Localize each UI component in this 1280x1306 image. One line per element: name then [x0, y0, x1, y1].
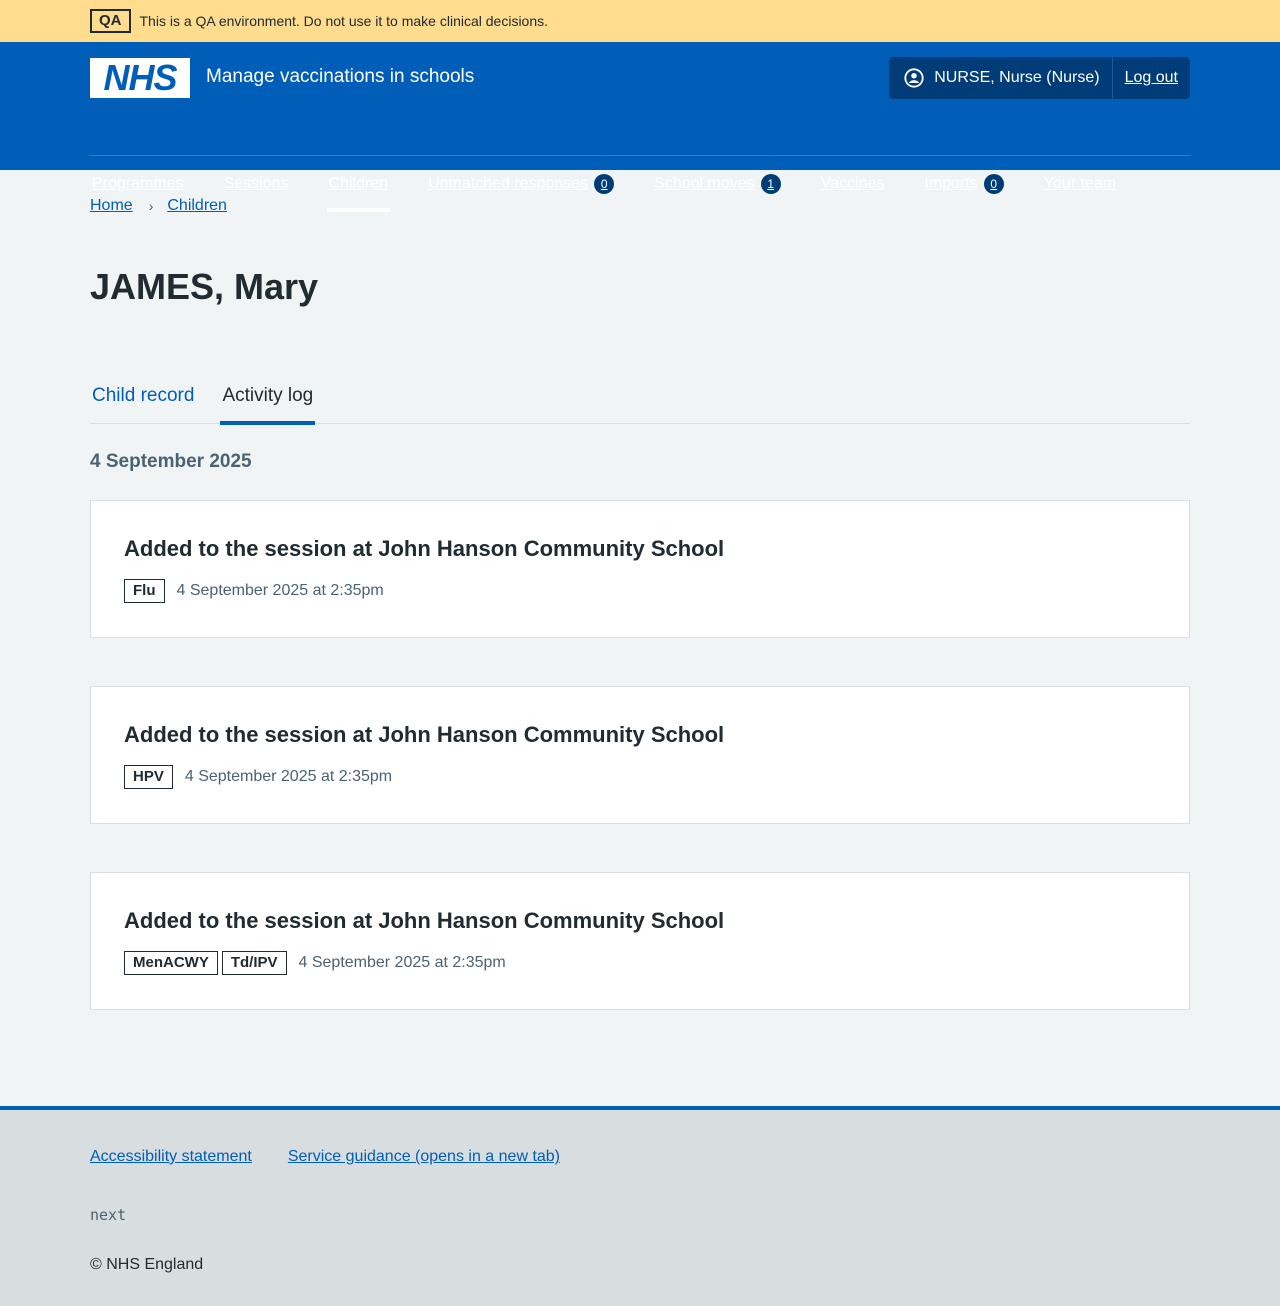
logout-link[interactable]: Log out [1113, 69, 1190, 87]
breadcrumb-children[interactable]: Children [167, 197, 227, 215]
programme-tag: Td/IPV [221, 951, 287, 975]
nav-imports-label: Imports [924, 174, 978, 192]
user-name: NURSE, Nurse (Nurse) [934, 69, 1100, 86]
unmatched-count-badge: 0 [594, 173, 615, 194]
site-header: NHS Manage vaccinations in schools NURSE… [0, 42, 1280, 212]
nav-imports[interactable]: Imports 0 [922, 155, 1005, 212]
accessibility-statement-link[interactable]: Accessibility statement [90, 1148, 252, 1166]
activity-card: Added to the session at John Hanson Comm… [90, 500, 1190, 638]
qa-message: This is a QA environment. Do not use it … [139, 13, 549, 29]
main-nav: Programmes Sessions Children Unmatched r… [90, 155, 1154, 212]
tab-activity-log[interactable]: Activity log [220, 368, 316, 425]
nav-sessions[interactable]: Sessions [222, 155, 291, 212]
activity-time: 4 September 2025 at 2:35pm [184, 768, 393, 785]
account-user: NURSE, Nurse (Nurse) [889, 57, 1113, 99]
breadcrumb-home[interactable]: Home [90, 197, 133, 215]
nav-your-team[interactable]: Your team [1042, 155, 1118, 212]
qa-tag: QA [90, 9, 131, 33]
activity-card: Added to the session at John Hanson Comm… [90, 872, 1190, 1010]
qa-banner: QA This is a QA environment. Do not use … [0, 0, 1280, 42]
chevron-right-icon: › [148, 198, 154, 214]
activity-meta: Flu 4 September 2025 at 2:35pm [124, 579, 1156, 603]
activity-card: Added to the session at John Hanson Comm… [90, 686, 1190, 824]
activity-title: Added to the session at John Hanson Comm… [124, 722, 725, 747]
page-title: JAMES, Mary [90, 266, 319, 307]
programme-tag: HPV [124, 765, 173, 789]
activity-title: Added to the session at John Hanson Comm… [124, 536, 725, 561]
school-moves-count-badge: 1 [760, 173, 781, 194]
service-guidance-link[interactable]: Service guidance (opens in a new tab) [288, 1148, 560, 1166]
service-name[interactable]: Manage vaccinations in schools [206, 66, 474, 88]
user-icon [904, 68, 924, 88]
tab-child-record[interactable]: Child record [90, 368, 196, 424]
imports-count-badge: 0 [983, 173, 1004, 194]
site-footer: Accessibility statement Service guidance… [0, 1106, 1280, 1306]
breadcrumb: Home › Children [90, 197, 227, 215]
activity-time: 4 September 2025 at 2:35pm [176, 582, 384, 599]
date-heading: 4 September 2025 [90, 451, 252, 472]
nav-vaccines[interactable]: Vaccines [819, 155, 887, 212]
footer-links: Accessibility statement Service guidance… [90, 1148, 596, 1166]
nav-children[interactable]: Children [326, 155, 391, 212]
nav-school-moves[interactable]: School moves 1 [652, 155, 783, 212]
activity-meta: HPV 4 September 2025 at 2:35pm [124, 765, 1156, 789]
copyright: © NHS England [90, 1256, 204, 1273]
nav-school-moves-label: School moves [654, 174, 755, 192]
activity-title: Added to the session at John Hanson Comm… [124, 908, 725, 933]
programme-tag: Flu [124, 579, 165, 603]
record-tabs: Child record Activity log [90, 368, 1190, 425]
account-panel: NURSE, Nurse (Nurse) Log out [889, 57, 1190, 99]
nav-unmatched-label: Unmatched responses [428, 174, 589, 192]
programme-tag: MenACWY [124, 951, 218, 975]
app-version: next [90, 1206, 127, 1224]
nav-unmatched-responses[interactable]: Unmatched responses 0 [426, 155, 616, 212]
activity-time: 4 September 2025 at 2:35pm [298, 954, 506, 971]
nhs-logo[interactable]: NHS [90, 57, 190, 98]
activity-meta: MenACWY Td/IPV 4 September 2025 at 2:35p… [124, 951, 1156, 975]
